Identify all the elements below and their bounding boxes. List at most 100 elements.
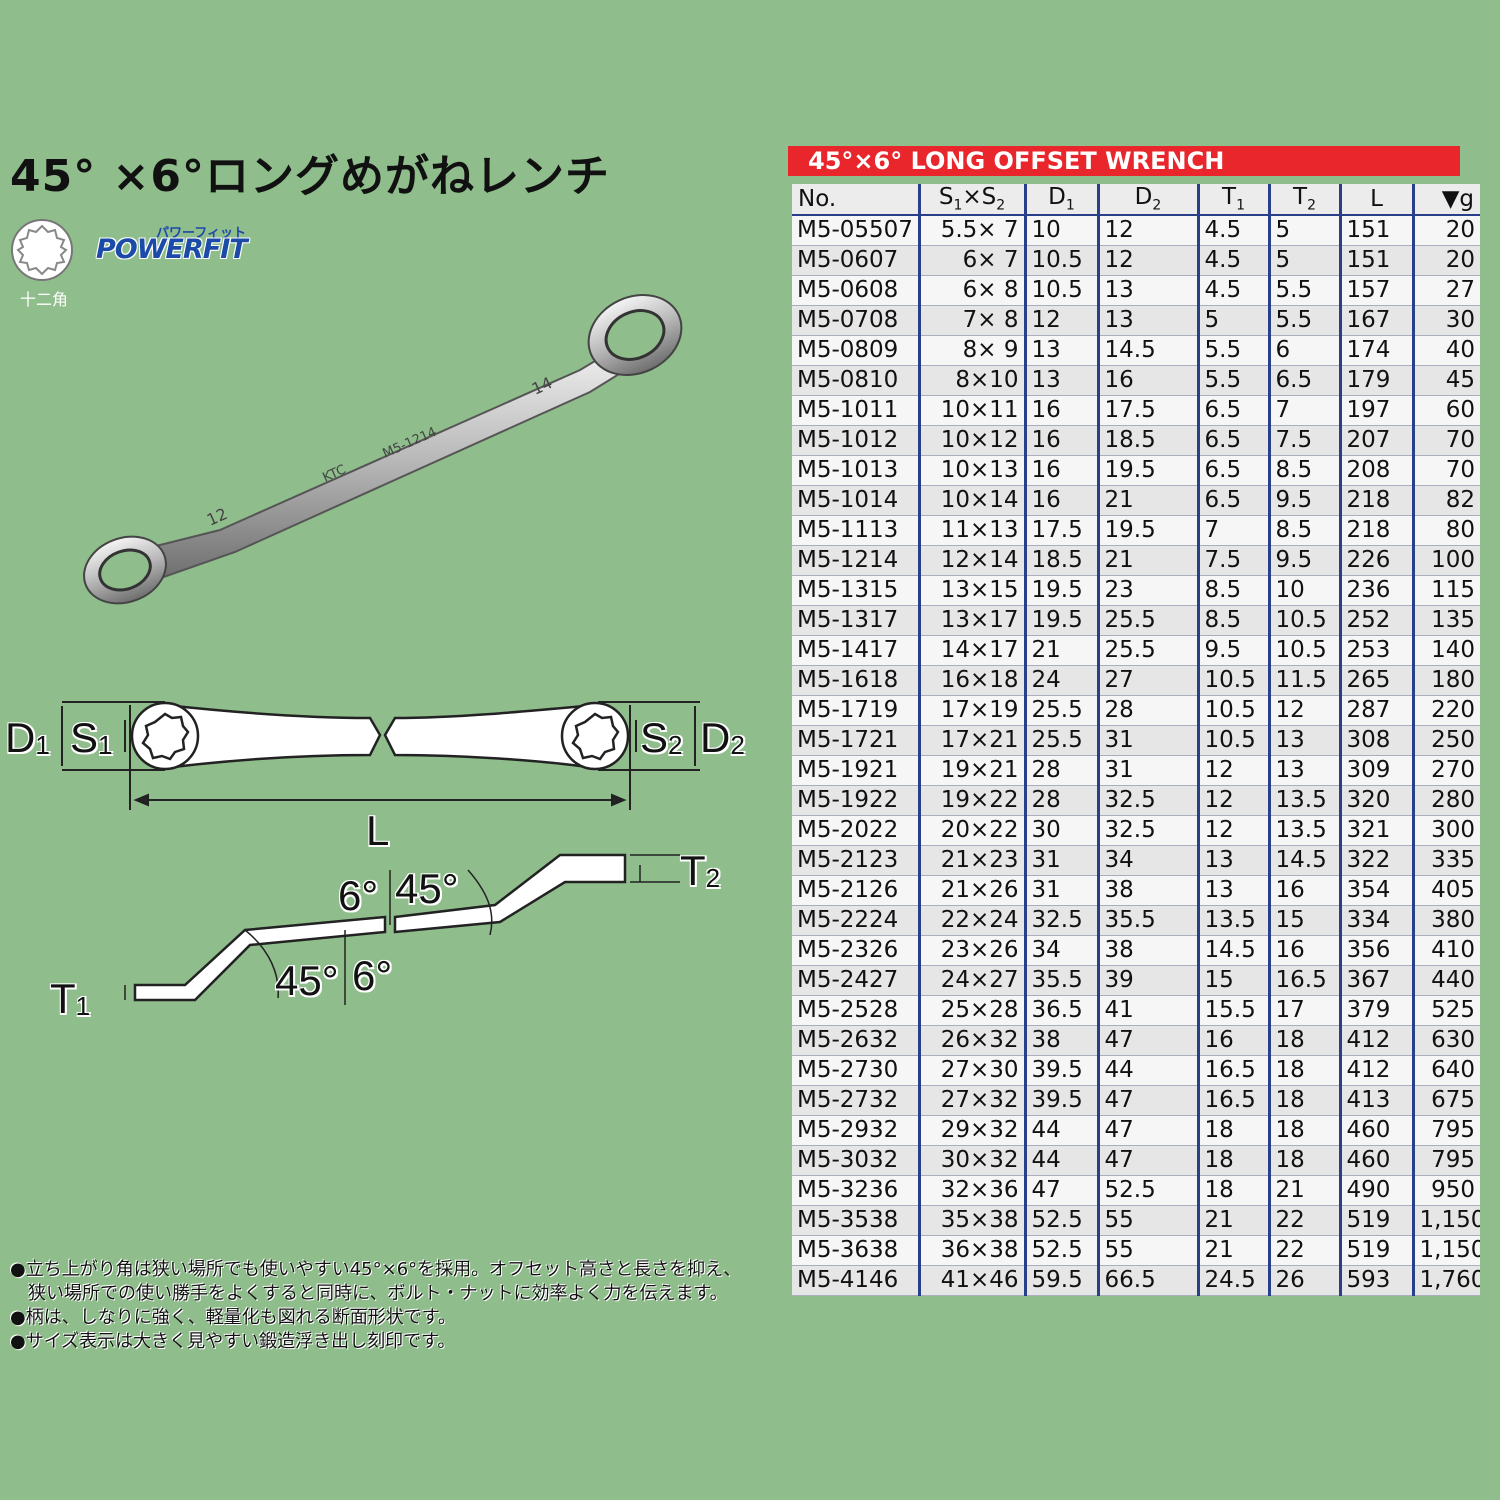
table-cell: M5-2932 [792,1115,921,1146]
table-cell: 60 [1413,395,1480,426]
table-cell: 16 [1025,395,1100,426]
table-cell: 13.5 [1269,785,1342,816]
table-cell: 32.5 [1025,905,1100,936]
table-cell: 16 [1025,425,1100,456]
table-cell: 250 [1413,725,1480,756]
table-cell: 35.5 [1098,905,1200,936]
table-cell: 24 [1025,665,1100,696]
table-row: M5-1921 19×21 28 31 12 13 309 270 [792,755,1480,786]
wrench-photo: 12 KTC M5-1214 14 [83,294,683,605]
table-row: M5-2123 21×23 31 34 13 14.5 322 335 [792,845,1480,876]
table-cell: 795 [1413,1145,1480,1176]
table-cell: 66.5 [1098,1265,1200,1296]
table-cell: 180 [1413,665,1480,696]
table-cell: 525 [1413,995,1480,1026]
table-cell: 300 [1413,815,1480,846]
feature-notes: ●立ち上がり角は狭い場所でも使いやすい45°×6°を採用。オフセット高さと長さを… [10,1258,790,1354]
table-row: M5-0809 8× 9 13 14.5 5.5 6 174 40 [792,335,1480,366]
table-row: M5-0608 6× 8 10.5 13 4.5 5.5 157 27 [792,275,1480,306]
table-cell: M5-0708 [792,305,921,336]
table-cell: 36×38 [919,1235,1027,1266]
table-cell: 379 [1340,995,1415,1026]
table-cell: 30 [1025,815,1100,846]
table-row: M5-2632 26×32 38 47 16 18 412 630 [792,1025,1480,1056]
table-row: M5-1012 10×12 16 18.5 6.5 7.5 207 70 [792,425,1480,456]
table-cell: 10.5 [1269,635,1342,666]
table-cell: 1,150 [1413,1205,1480,1236]
table-cell: 32×36 [919,1175,1027,1206]
table-row: M5-3032 30×32 44 47 18 18 460 795 [792,1145,1480,1176]
note-line: ●立ち上がり角は狭い場所でも使いやすい45°×6°を採用。オフセット高さと長さを… [10,1259,742,1280]
table-cell: 82 [1413,485,1480,516]
table-cell: 7.5 [1269,425,1342,456]
table-cell: 6× 7 [919,245,1027,276]
table-cell: M5-1013 [792,455,921,486]
table-cell: 11.5 [1269,665,1342,696]
table-cell: M5-1719 [792,695,921,726]
table-cell: 23×26 [919,935,1027,966]
table-cell: 519 [1340,1235,1415,1266]
table-cell: M5-1317 [792,605,921,636]
table-row: M5-1113 11×13 17.5 19.5 7 8.5 218 80 [792,515,1480,546]
table-row: M5-2528 25×28 36.5 41 15.5 17 379 525 [792,995,1480,1026]
table-cell: 10×11 [919,395,1027,426]
label-angle-6-top: 6° [338,872,379,919]
table-cell: 19×22 [919,785,1027,816]
table-cell: 135 [1413,605,1480,636]
table-cell: 40 [1413,335,1480,366]
table-cell: 15.5 [1198,995,1271,1026]
table-cell: 6.5 [1198,395,1271,426]
table-row: M5-2427 24×27 35.5 39 15 16.5 367 440 [792,965,1480,996]
table-cell: 460 [1340,1115,1415,1146]
table-cell: M5-4146 [792,1265,921,1296]
table-row: M5-1013 10×13 16 19.5 6.5 8.5 208 70 [792,455,1480,486]
table-cell: 7 [1269,395,1342,426]
table-cell: 8.5 [1269,515,1342,546]
note-line: 狭い場所での使い勝手をよくすると同時に、ボルト・ナットに効率よく力を伝えます。 [10,1283,728,1304]
label-S2: S2 [640,714,683,761]
table-cell: 35.5 [1025,965,1100,996]
table-cell: 10×14 [919,485,1027,516]
table-cell: 18 [1198,1115,1271,1146]
table-row: M5-2932 29×32 44 47 18 18 460 795 [792,1115,1480,1146]
table-cell: 30×32 [919,1145,1027,1176]
table-cell: 20 [1413,214,1480,246]
table-cell: 34 [1025,935,1100,966]
table-cell: 70 [1413,425,1480,456]
table-cell: M5-2730 [792,1055,921,1086]
table-cell: 31 [1098,755,1200,786]
table-row: M5-2730 27×30 39.5 44 16.5 18 412 640 [792,1055,1480,1086]
table-cell: 17×21 [919,725,1027,756]
table-cell: 21 [1198,1205,1271,1236]
table-cell: 30 [1413,305,1480,336]
table-cell: 52.5 [1098,1175,1200,1206]
table-cell: 440 [1413,965,1480,996]
table-cell: 22 [1269,1205,1342,1236]
label-L: L [366,807,390,854]
note-line: ●サイズ表示は大きく見やすい鍛造浮き出し刻印です。 [10,1331,456,1352]
table-cell: 16 [1269,935,1342,966]
table-cell: M5-0607 [792,245,921,276]
table-cell: 640 [1413,1055,1480,1086]
table-cell: 9.5 [1269,485,1342,516]
table-cell: 24.5 [1198,1265,1271,1296]
table-cell: 20 [1413,245,1480,276]
spec-table-header: 45°×6° LONG OFFSET WRENCH [788,146,1460,176]
col-d2: D2 [1098,184,1200,216]
table-cell: 5.5 [1269,275,1342,306]
table-cell: 16 [1269,875,1342,906]
photo-small-size: 12 [204,504,230,530]
table-cell: 17×19 [919,695,1027,726]
table-cell: 410 [1413,935,1480,966]
table-cell: M5-1315 [792,575,921,606]
table-cell: M5-3638 [792,1235,921,1266]
table-cell: 5.5 [1269,305,1342,336]
table-cell: 18 [1269,1115,1342,1146]
table-cell: 19.5 [1098,455,1200,486]
table-cell: 14.5 [1269,845,1342,876]
table-cell: 8.5 [1198,605,1271,636]
table-cell: 207 [1340,425,1415,456]
table-cell: 412 [1340,1025,1415,1056]
note-line: ●柄は、しなりに強く、軽量化も図れる断面形状です。 [10,1307,456,1328]
table-cell: 18 [1269,1055,1342,1086]
